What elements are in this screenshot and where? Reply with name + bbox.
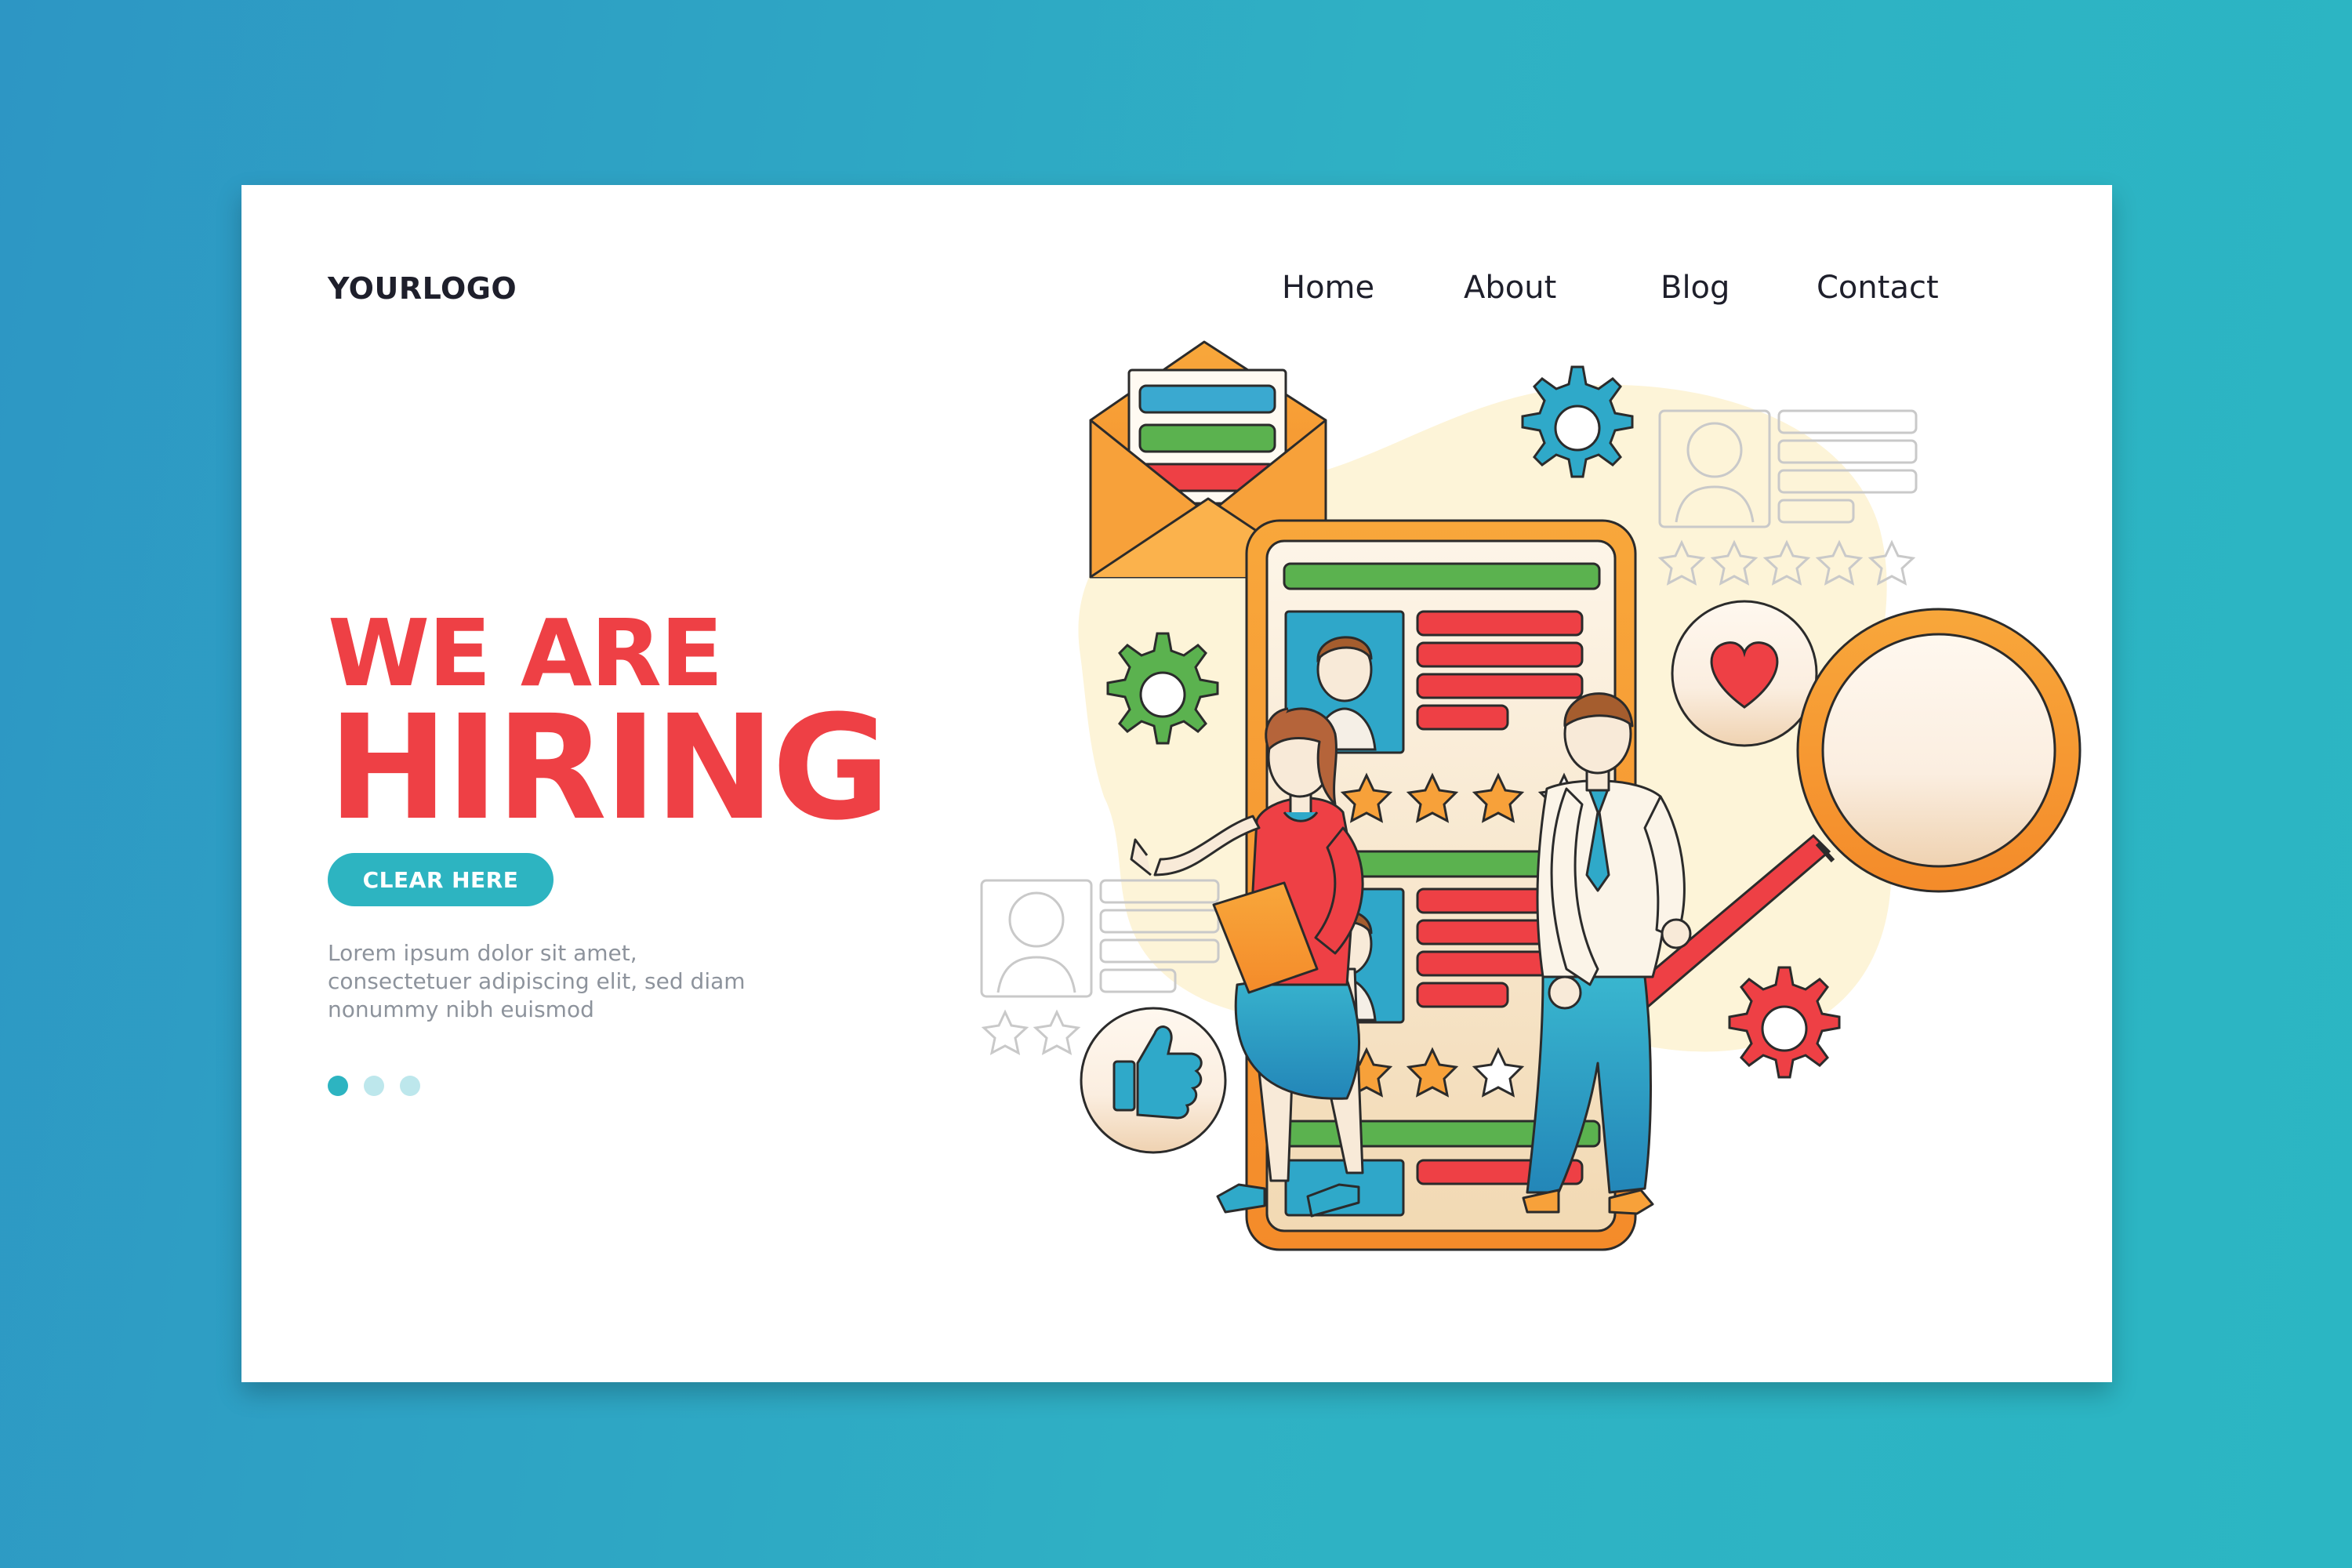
landing-page-card: YOURLOGO Home About Blog Contact WE ARE …	[241, 185, 2112, 1382]
hiring-illustration	[980, 340, 2082, 1251]
gear-icon	[1106, 632, 1219, 745]
star-icon	[1340, 1047, 1525, 1098]
heart-icon	[1671, 600, 1818, 747]
gear-icon	[1728, 966, 1841, 1079]
gear-icon	[1521, 365, 1634, 478]
thumbs-up-icon	[1080, 1007, 1227, 1154]
